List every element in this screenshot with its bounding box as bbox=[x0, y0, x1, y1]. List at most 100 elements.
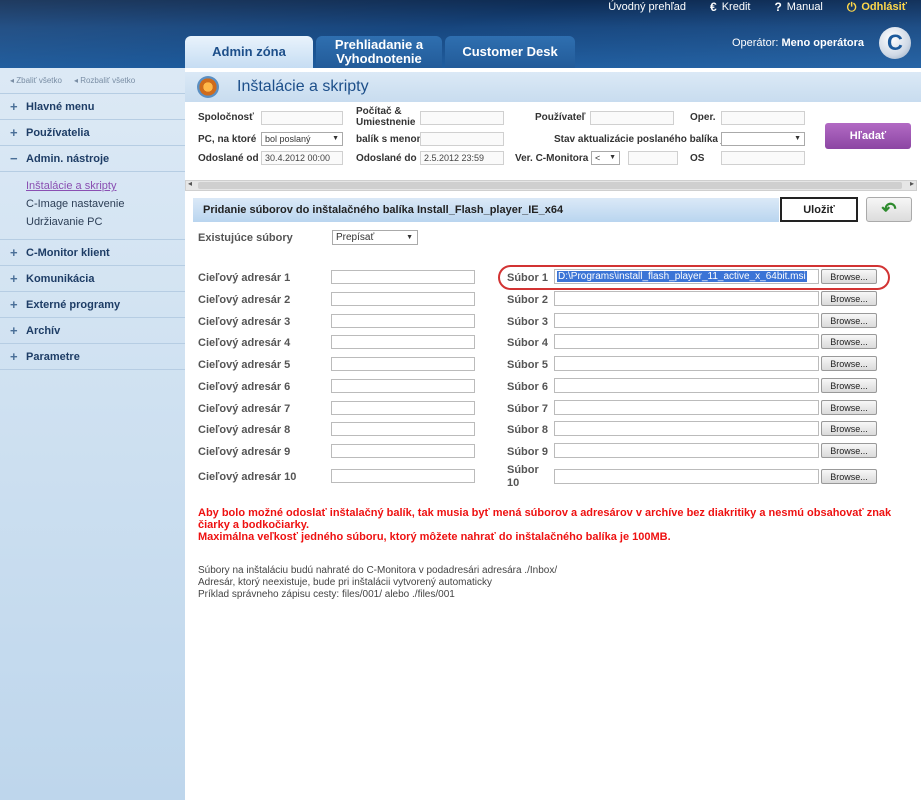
file-input[interactable] bbox=[554, 421, 819, 436]
tab-admin-zone[interactable]: Admin zóna bbox=[185, 36, 313, 68]
package-name-input[interactable] bbox=[420, 132, 504, 146]
overview-link[interactable]: Úvodný prehľad bbox=[598, 0, 700, 14]
collapse-all-label[interactable]: Zbaliť všetko bbox=[16, 76, 62, 85]
target-dir-input[interactable] bbox=[331, 314, 475, 328]
operator-label: Operátor: bbox=[731, 37, 779, 49]
operator-info: Operátor: Meno operátora bbox=[732, 37, 864, 49]
file-input[interactable] bbox=[554, 356, 819, 371]
target-dir-input[interactable] bbox=[331, 401, 475, 415]
logout-link-label[interactable]: Odhlásiť bbox=[861, 1, 907, 13]
sidebar-item-external-programs[interactable]: + Externé programy bbox=[0, 291, 185, 317]
sidebar-item-label[interactable]: Admin. nástroje bbox=[26, 153, 109, 165]
scroll-right-icon[interactable]: ▸ bbox=[910, 179, 914, 188]
sidebar-item-main-menu[interactable]: + Hlavné menu bbox=[0, 93, 185, 119]
browse-button[interactable]: Browse... bbox=[821, 269, 877, 284]
cmonitor-version-input[interactable] bbox=[628, 151, 678, 165]
file-input[interactable] bbox=[554, 313, 819, 328]
scrollbar-thumb[interactable] bbox=[198, 182, 902, 189]
collapse-icon: − bbox=[10, 151, 18, 166]
sidebar-item-users[interactable]: + Používatelia bbox=[0, 119, 185, 145]
back-button[interactable]: ↶ bbox=[866, 197, 912, 222]
main-content: Inštalácie a skripty Spoločnosť Počítač … bbox=[185, 68, 921, 800]
sent-from-input[interactable]: 30.4.2012 00:00 bbox=[261, 151, 343, 165]
manual-link-label[interactable]: Manual bbox=[787, 1, 823, 13]
credit-link-label[interactable]: Kredit bbox=[722, 1, 751, 13]
sidebar-submenu-admin-tools: Inštalácie a skripty C-Image nastavenie … bbox=[0, 171, 185, 239]
sidebar-item-admin-tools[interactable]: − Admin. nástroje bbox=[0, 145, 185, 171]
user-input[interactable] bbox=[590, 111, 674, 125]
sidebar-subitem-pc-maintenance[interactable]: Udržiavanie PC bbox=[26, 213, 185, 231]
horizontal-scrollbar[interactable]: ◂ ▸ bbox=[185, 179, 917, 191]
sidebar-item-label[interactable]: Komunikácia bbox=[26, 273, 94, 285]
browse-button[interactable]: Browse... bbox=[821, 378, 877, 393]
sidebar-item-cmonitor-client[interactable]: + C-Monitor klient bbox=[0, 239, 185, 265]
overview-link-label[interactable]: Úvodný prehľad bbox=[608, 1, 686, 13]
tab-browsing-evaluation-label[interactable]: Prehliadanie a Vyhodnotenie bbox=[316, 38, 442, 66]
sidebar-item-label[interactable]: Používatelia bbox=[26, 127, 90, 139]
collapse-all-link[interactable]: ◂ Zbaliť všetko bbox=[10, 76, 62, 93]
target-dir-input[interactable] bbox=[331, 422, 475, 436]
logout-link[interactable]: ⏻ Odhlásiť bbox=[837, 0, 911, 14]
pc-on-which-label: PC, na ktoré bbox=[198, 134, 257, 145]
browse-button[interactable]: Browse... bbox=[821, 334, 877, 349]
pc-on-which-select[interactable]: bol poslaný ▼ bbox=[261, 132, 343, 146]
file-input[interactable] bbox=[554, 334, 819, 349]
sidebar-item-label[interactable]: Externé programy bbox=[26, 299, 120, 311]
sidebar-item-label[interactable]: Hlavné menu bbox=[26, 101, 94, 113]
file-input[interactable] bbox=[554, 469, 819, 484]
target-dir-input[interactable] bbox=[331, 469, 475, 483]
target-dir-input[interactable] bbox=[331, 379, 475, 393]
user-label: Používateľ bbox=[535, 112, 586, 123]
oper-input[interactable] bbox=[721, 111, 805, 125]
info-notes: Súbory na inštaláciu budú nahraté do C-M… bbox=[198, 565, 798, 601]
file-input[interactable] bbox=[554, 400, 819, 415]
existing-files-select[interactable]: Prepísať ▼ bbox=[332, 230, 418, 245]
tab-customer-desk-label[interactable]: Customer Desk bbox=[462, 45, 557, 59]
sidebar-item-communication[interactable]: + Komunikácia bbox=[0, 265, 185, 291]
sidebar-item-label[interactable]: Archív bbox=[26, 325, 60, 337]
sidebar-item-parameters[interactable]: + Parametre bbox=[0, 343, 185, 369]
os-input[interactable] bbox=[721, 151, 805, 165]
file-input[interactable] bbox=[554, 378, 819, 393]
target-dir-input[interactable] bbox=[331, 292, 475, 306]
sent-to-input[interactable]: 2.5.2012 23:59 bbox=[420, 151, 504, 165]
sidebar-item-label[interactable]: C-Monitor klient bbox=[26, 247, 110, 259]
sidebar-item-archive[interactable]: + Archív bbox=[0, 317, 185, 343]
gear-icon bbox=[197, 76, 219, 98]
target-dir-input[interactable] bbox=[331, 357, 475, 371]
target-dir-input[interactable] bbox=[331, 270, 475, 284]
expand-all-link[interactable]: ◂ Rozbaliť všetko bbox=[74, 76, 135, 93]
tab-browsing-evaluation[interactable]: Prehliadanie a Vyhodnotenie bbox=[316, 36, 442, 68]
update-state-select[interactable]: ▼ bbox=[721, 132, 805, 146]
manual-link[interactable]: ? Manual bbox=[764, 0, 836, 14]
company-input[interactable] bbox=[261, 111, 343, 125]
file-input[interactable] bbox=[554, 291, 819, 306]
file-input[interactable] bbox=[554, 443, 819, 458]
save-button[interactable]: Uložiť bbox=[780, 197, 858, 222]
update-state-label: Stav aktualizácie poslaného balíka je bbox=[554, 134, 730, 145]
credit-link[interactable]: € Kredit bbox=[700, 0, 764, 14]
browse-button[interactable]: Browse... bbox=[821, 313, 877, 328]
browse-button[interactable]: Browse... bbox=[821, 421, 877, 436]
search-button[interactable]: Hľadať bbox=[825, 123, 911, 149]
expand-icon: + bbox=[10, 297, 18, 312]
browse-button[interactable]: Browse... bbox=[821, 400, 877, 415]
browse-button[interactable]: Browse... bbox=[821, 443, 877, 458]
cmonitor-version-operator-select[interactable]: < ▼ bbox=[591, 151, 620, 165]
target-dir-input[interactable] bbox=[331, 444, 475, 458]
info-line: Adresár, ktorý neexistuje, bude pri inšt… bbox=[198, 577, 493, 588]
top-header: Úvodný prehľad € Kredit ? Manual ⏻ Odhlásiť… bbox=[0, 0, 921, 68]
scroll-left-icon[interactable]: ◂ bbox=[188, 179, 192, 188]
computer-location-input[interactable] bbox=[420, 111, 504, 125]
sidebar-item-label[interactable]: Parametre bbox=[26, 351, 80, 363]
target-dir-input[interactable] bbox=[331, 335, 475, 349]
sidebar-subitem-cimage-settings[interactable]: C-Image nastavenie bbox=[26, 195, 185, 213]
browse-button[interactable]: Browse... bbox=[821, 291, 877, 306]
file-input[interactable]: D:\Programs\install_flash_player_11_acti… bbox=[554, 269, 819, 284]
sidebar-subitem-installations-scripts[interactable]: Inštalácie a skripty bbox=[26, 177, 185, 195]
browse-button[interactable]: Browse... bbox=[821, 356, 877, 371]
tab-admin-zone-label[interactable]: Admin zóna bbox=[212, 45, 286, 59]
tab-customer-desk[interactable]: Customer Desk bbox=[445, 36, 575, 68]
browse-button[interactable]: Browse... bbox=[821, 469, 877, 484]
expand-all-label[interactable]: Rozbaliť všetko bbox=[80, 76, 135, 85]
